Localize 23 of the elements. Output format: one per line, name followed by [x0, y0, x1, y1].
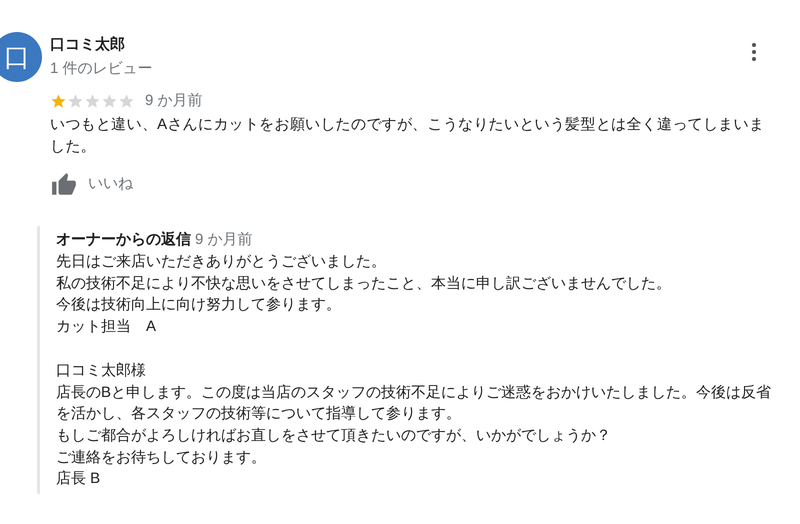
author-name[interactable]: 口コミ太郎	[50, 34, 125, 56]
reply-text: 今後は技術向上に向け努力して参ります。	[56, 295, 341, 316]
star-icon	[84, 93, 101, 110]
reply-text: 店長 B	[56, 469, 100, 490]
reply-text: 私の技術不足により不快な思いをさせてしまったこと、本当に申し訳ございませんでした。	[56, 274, 671, 294]
reply-text: カット担当 A	[56, 317, 156, 338]
star-icon	[118, 93, 135, 110]
reply-title: オーナーからの返信	[56, 230, 191, 250]
reply-text: もしご都合がよろしければお直しをさせて頂きたいのですが、いかがでしょうか？	[56, 426, 611, 446]
reply-text: 先日はご来店いただきありがとうございました。	[56, 252, 386, 272]
avatar: 口	[0, 32, 42, 82]
reply-text: 店長のBと申します。この度は当店のスタッフの技術不足によりご迷惑をおかけいたしました。今後は反省を活かし、各スタッフの技術等について指導して参ります。	[56, 382, 772, 424]
thumbs-up-icon	[50, 172, 78, 198]
star-icon	[50, 93, 67, 110]
reply-text: ご連絡をお待ちしております。	[56, 448, 266, 468]
reply-time: 9 か月前	[195, 230, 253, 250]
review-time: 9 か月前	[145, 91, 203, 111]
star-icon	[67, 93, 84, 110]
review-count: 1 件のレビュー	[50, 59, 153, 79]
like-button[interactable]: いいね	[50, 172, 133, 198]
review-text: いつもと違い、Aさんにカットをお願いしたのですが、こうなりたいという髪型とは全く違ってしまいました。	[50, 114, 766, 156]
star-icon	[101, 93, 118, 110]
reply-text: 口コミ太郎様	[56, 360, 146, 381]
